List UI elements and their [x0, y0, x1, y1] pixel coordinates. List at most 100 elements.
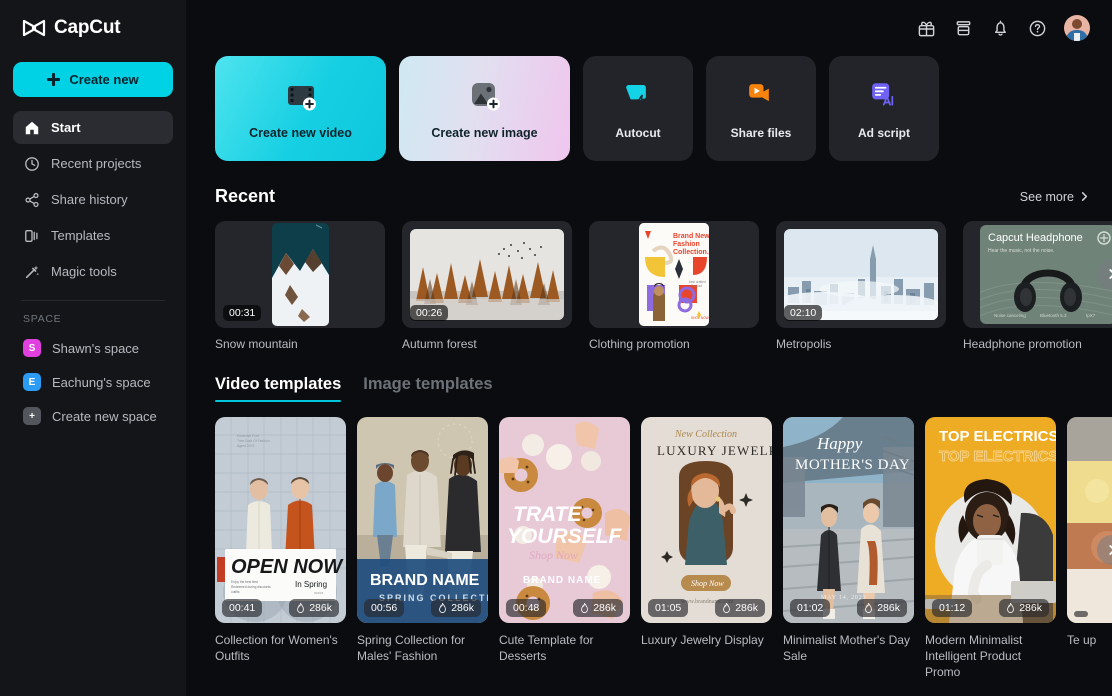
- recent-item[interactable]: Brand New Fashion Collection.: [589, 221, 759, 351]
- template-card[interactable]: Happy MOTHER'S DAY MAY 14, 2023 01:02 28…: [783, 417, 914, 681]
- template-card[interactable]: New Collection LUXURY JEWELRY: [641, 417, 772, 681]
- sidebar-item-share-history[interactable]: Share history: [13, 183, 173, 216]
- page-title: Recent: [215, 186, 275, 207]
- recent-thumbnail[interactable]: Capcut Headphone Hear the music, not the…: [963, 221, 1112, 328]
- card-label: Autocut: [615, 126, 660, 140]
- template-label: Te up: [1067, 632, 1112, 648]
- svg-text:YOURSELF: YOURSELF: [507, 525, 623, 548]
- inbox-icon[interactable]: [953, 18, 974, 39]
- space-item-eachung[interactable]: E Eachung's space: [13, 366, 173, 398]
- content-area: Create new video Create new image: [186, 56, 1112, 681]
- template-label: Luxury Jewelry Display: [641, 632, 772, 648]
- flame-icon: [1006, 603, 1015, 613]
- recent-section-header: Recent See more: [215, 186, 1112, 207]
- chevron-right-icon: [1106, 268, 1112, 280]
- svg-text:Shop Now: Shop Now: [529, 548, 578, 562]
- headphone-promotion-image: Capcut Headphone Hear the music, not the…: [980, 225, 1112, 324]
- create-new-space-button[interactable]: + Create new space: [13, 400, 173, 432]
- recent-item[interactable]: 00:31 Snow mountain: [215, 221, 385, 351]
- help-circle-icon[interactable]: [1027, 18, 1048, 39]
- brand-logo[interactable]: CapCut: [13, 0, 173, 56]
- uses-badge: 286k: [999, 599, 1049, 617]
- recent-item-label: Headphone promotion: [963, 337, 1112, 351]
- template-thumbnail[interactable]: BRAND NAME SPRING COLLECTION 00:56 286k: [357, 417, 488, 623]
- tab-label: Image templates: [363, 375, 492, 393]
- sidebar-item-label: Start: [51, 120, 81, 135]
- svg-text:Noise canceling: Noise canceling: [994, 313, 1026, 318]
- recent-thumbnail[interactable]: 00:26: [402, 221, 572, 328]
- user-avatar[interactable]: [1064, 15, 1090, 41]
- bell-icon[interactable]: [990, 18, 1011, 39]
- recent-thumbnail[interactable]: 00:31: [215, 221, 385, 328]
- ad-script-card[interactable]: Ad script: [829, 56, 939, 161]
- plus-icon: [47, 73, 60, 86]
- svg-text:Capcut Headphone: Capcut Headphone: [988, 232, 1083, 244]
- recent-item[interactable]: Capcut Headphone Hear the music, not the…: [963, 221, 1112, 351]
- create-new-video-card[interactable]: Create new video: [215, 56, 386, 161]
- template-thumbnail[interactable]: TRATE YOURSELF Shop Now BRAND NAME 00:48…: [499, 417, 630, 623]
- template-card[interactable]: Exclusive Free Tree Craft Of Fashion Age…: [215, 417, 346, 681]
- recent-item-label: Metropolis: [776, 337, 946, 351]
- flame-icon: [580, 603, 589, 613]
- avatar-head: [1072, 19, 1082, 29]
- template-thumbnail[interactable]: TOP ELECTRICS TOP ELECTRICS: [925, 417, 1056, 623]
- template-thumbnail[interactable]: [1067, 417, 1112, 623]
- share-files-icon: [742, 77, 780, 115]
- recent-thumbnail[interactable]: 02:10: [776, 221, 946, 328]
- tab-video-templates[interactable]: Video templates: [215, 375, 341, 402]
- recent-item[interactable]: 00:26 Autumn forest: [402, 221, 572, 351]
- main-content: Create new video Create new image: [186, 0, 1112, 696]
- topbar: [186, 0, 1112, 56]
- svg-text:In Spring: In Spring: [295, 580, 327, 589]
- svg-text:Redeemed during discounts: Redeemed during discounts: [231, 585, 271, 589]
- recent-item[interactable]: 02:10 Metropolis: [776, 221, 946, 351]
- sidebar-item-label: Magic tools: [51, 264, 117, 279]
- svg-text:Enjoy the best time: Enjoy the best time: [231, 580, 258, 584]
- clothing-promotion-image: Brand New Fashion Collection.: [639, 223, 709, 326]
- sidebar-item-templates[interactable]: Templates: [13, 219, 173, 252]
- svg-text:Collection.: Collection.: [673, 249, 709, 256]
- recent-carousel: 00:31 Snow mountain: [215, 221, 1112, 351]
- template-thumbnail[interactable]: New Collection LUXURY JEWELRY: [641, 417, 772, 623]
- svg-text:MOTHER'S DAY: MOTHER'S DAY: [795, 457, 910, 473]
- recent-thumbnail[interactable]: Brand New Fashion Collection.: [589, 221, 759, 328]
- template-badges: [1067, 611, 1112, 617]
- svg-text:Brand New: Brand New: [673, 233, 709, 240]
- sidebar-item-magic-tools[interactable]: Magic tools: [13, 255, 173, 288]
- share-files-card[interactable]: Share files: [706, 56, 816, 161]
- template-thumbnail[interactable]: Exclusive Free Tree Craft Of Fashion Age…: [215, 417, 346, 623]
- create-new-image-card[interactable]: Create new image: [399, 56, 570, 161]
- svg-text:Shop Now: Shop Now: [691, 579, 724, 588]
- clock-icon: [23, 155, 40, 172]
- svg-text:2023/4: 2023/4: [314, 591, 324, 595]
- template-card[interactable]: BRAND NAME SPRING COLLECTION 00:56 286k …: [357, 417, 488, 681]
- duration-badge: 00:48: [506, 599, 546, 617]
- template-thumbnail[interactable]: Happy MOTHER'S DAY MAY 14, 2023 01:02 28…: [783, 417, 914, 623]
- svg-text:Agent 2023: Agent 2023: [237, 444, 254, 448]
- space-item-label: Shawn's space: [52, 341, 139, 356]
- svg-text:OPEN NOW: OPEN NOW: [231, 556, 344, 578]
- space-item-shawn[interactable]: S Shawn's space: [13, 332, 173, 364]
- duration-badge: 01:12: [932, 599, 972, 617]
- create-new-button[interactable]: Create new: [13, 62, 173, 97]
- tab-image-templates[interactable]: Image templates: [363, 375, 492, 402]
- template-card[interactable]: TOP ELECTRICS TOP ELECTRICS: [925, 417, 1056, 681]
- uses-badge: 286k: [289, 599, 339, 617]
- sidebar-item-start[interactable]: Start: [13, 111, 173, 144]
- recent-item-label: Clothing promotion: [589, 337, 759, 351]
- autocut-card[interactable]: Autocut: [583, 56, 693, 161]
- ad-script-icon: [865, 77, 903, 115]
- sidebar-item-recent-projects[interactable]: Recent projects: [13, 147, 173, 180]
- svg-text:New Collection: New Collection: [674, 429, 737, 440]
- template-label: Modern Minimalist Intelligent Product Pr…: [925, 632, 1056, 681]
- uses-badge: 286k: [573, 599, 623, 617]
- space-item-label: Create new space: [52, 409, 157, 424]
- svg-text:TOP ELECTRICS: TOP ELECTRICS: [939, 428, 1056, 445]
- see-more-button[interactable]: See more: [1020, 190, 1090, 204]
- gift-icon[interactable]: [916, 18, 937, 39]
- magic-wand-icon: [23, 263, 40, 280]
- duration-badge: 00:31: [223, 305, 261, 321]
- chevron-right-icon: [1079, 191, 1090, 202]
- sidebar-divider: [21, 300, 165, 301]
- template-card[interactable]: TRATE YOURSELF Shop Now BRAND NAME 00:48…: [499, 417, 630, 681]
